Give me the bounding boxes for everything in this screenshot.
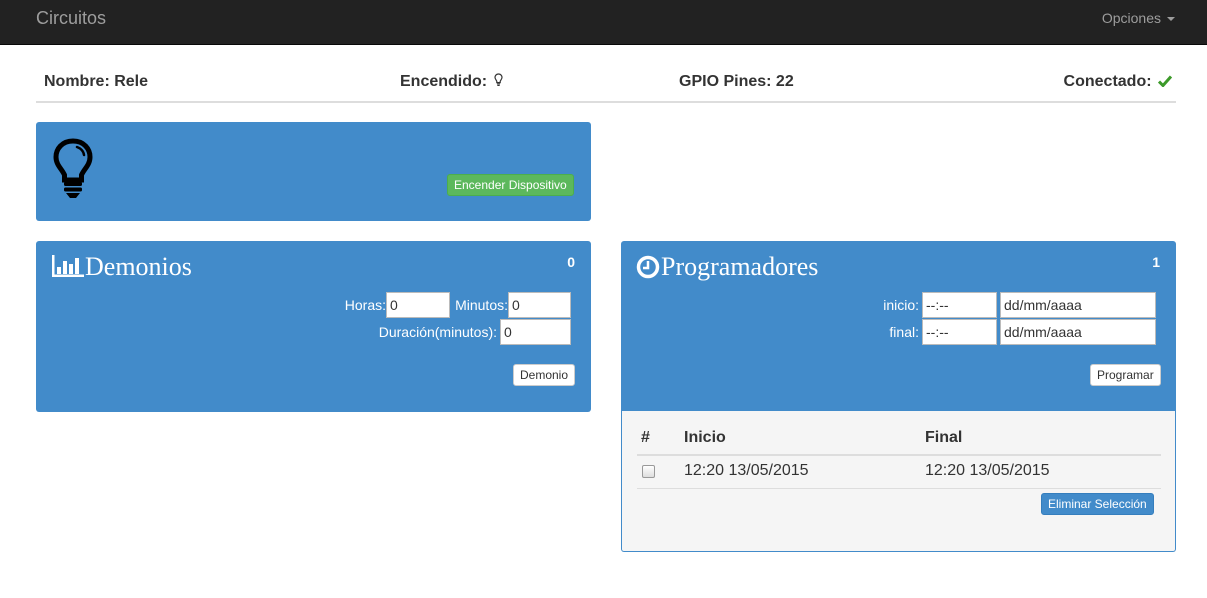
inicio-time-input[interactable]: --:-- — [922, 292, 997, 318]
clock-icon — [636, 255, 660, 279]
demonio-button[interactable]: Demonio — [513, 364, 576, 386]
programadores-title: Programadores — [661, 252, 819, 281]
final-date-input[interactable]: dd/mm/aaaa — [1000, 319, 1156, 345]
checkmark-icon — [1157, 75, 1173, 88]
connected-label: Conectado: — [1063, 73, 1152, 90]
inicio-date-input[interactable]: dd/mm/aaaa — [1000, 292, 1156, 318]
duracion-label: Duración(minutos): — [378, 324, 497, 340]
horas-label: Horas: — [344, 297, 386, 313]
gpio-pins: GPIO Pines: 22 — [679, 73, 794, 90]
options-dropdown[interactable]: Opciones — [1102, 10, 1175, 26]
minutos-input[interactable]: 0 — [508, 292, 571, 318]
row-select-checkbox[interactable] — [642, 465, 655, 478]
demonios-count: 0 — [567, 254, 575, 270]
lightbulb-icon — [53, 138, 93, 198]
device-name: Nombre: Rele — [44, 73, 149, 90]
power-label: Encendido: — [400, 73, 488, 90]
connection-status: Conectado: — [1063, 73, 1173, 91]
programadores-count: 1 — [1152, 254, 1160, 270]
delete-selection-button[interactable]: Eliminar Selección — [1041, 493, 1154, 515]
minutos-label: Minutos: — [455, 297, 508, 313]
navbar: Circuitos Opciones — [0, 0, 1207, 45]
row-inicio: 12:20 13/05/2015 — [684, 462, 809, 479]
horas-input[interactable]: 0 — [386, 292, 450, 318]
table-header-divider — [637, 454, 1161, 456]
duracion-input[interactable]: 0 — [500, 319, 571, 345]
options-label: Opciones — [1101, 10, 1161, 26]
bar-chart-icon — [52, 255, 84, 277]
navbar-brand[interactable]: Circuitos — [36, 8, 106, 29]
programadores-panel: Programadores 1 inicio: --:-- dd/mm/aaaa… — [621, 241, 1176, 412]
demonios-panel: Demonios 0 Horas: 0 Minutos: 0 Duración(… — [36, 241, 591, 412]
demonios-title: Demonios — [85, 252, 192, 281]
final-time-input[interactable]: --:-- — [922, 319, 997, 345]
lightbulb-small-icon — [493, 73, 503, 86]
column-header-final: Final — [925, 429, 963, 446]
turn-on-device-button[interactable]: Encender Dispositivo — [447, 174, 574, 196]
column-header-inicio: Inicio — [684, 429, 726, 446]
caret-down-icon — [1167, 17, 1175, 22]
programar-button[interactable]: Programar — [1090, 364, 1161, 386]
inicio-label: inicio: — [883, 297, 919, 313]
table-row-divider — [637, 488, 1161, 489]
row-final: 12:20 13/05/2015 — [925, 462, 1050, 479]
device-info-bar: Nombre: Rele Encendido: GPIO Pines: 22 C… — [36, 64, 1176, 103]
device-panel: Encender Dispositivo — [36, 122, 591, 221]
schedule-list: # Inicio Final 12:20 13/05/2015 12:20 13… — [621, 411, 1176, 552]
column-header-number: # — [641, 429, 650, 446]
final-label: final: — [889, 324, 919, 340]
power-status: Encendido: — [400, 73, 503, 91]
